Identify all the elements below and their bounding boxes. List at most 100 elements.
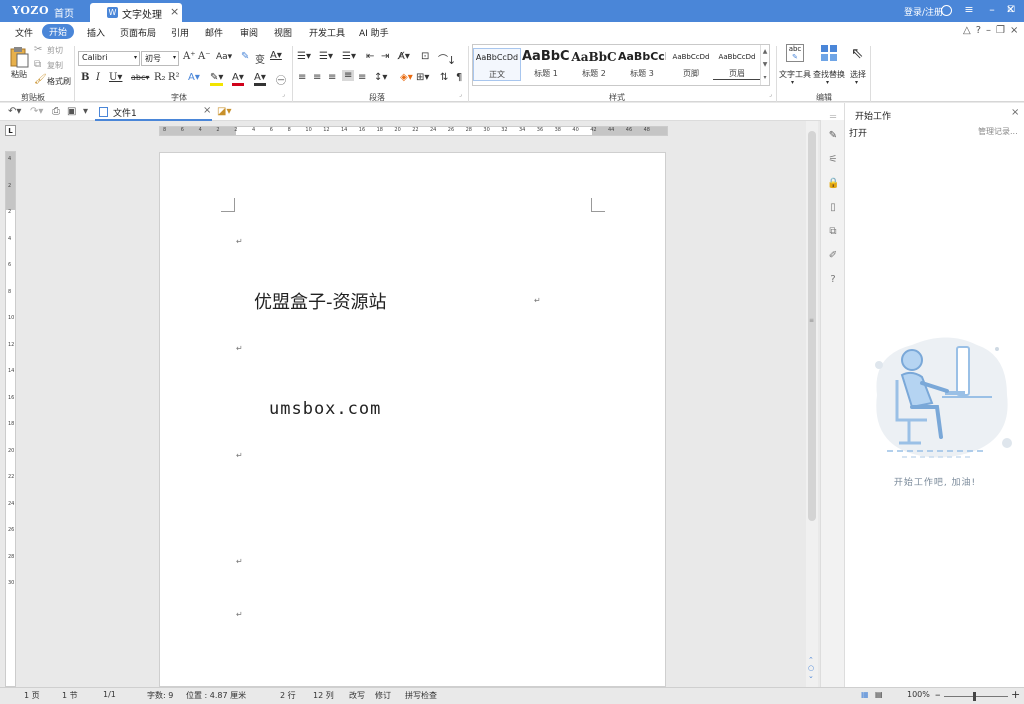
grow-font-icon[interactable]: A⁺ <box>183 51 196 62</box>
menu-page-layout[interactable]: 页面布局 <box>120 26 156 39</box>
file-tab[interactable]: 文件1 × <box>95 104 212 121</box>
minimize-icon[interactable]: – <box>985 3 999 17</box>
clipboard-icon[interactable]: ▯ <box>827 202 839 214</box>
document-heading[interactable]: 优盟盒子-资源站 <box>254 288 387 314</box>
style-heading-1[interactable]: AaBbCc 标题 1 <box>522 48 570 79</box>
menu-view[interactable]: 视图 <box>274 26 292 39</box>
status-overwrite[interactable]: 改写 <box>349 690 365 701</box>
home-tab[interactable]: 首页 <box>54 5 74 20</box>
clear-format-icon[interactable]: ✎ <box>241 51 249 62</box>
select-cursor-icon[interactable]: ⇖ <box>851 44 864 62</box>
style-header[interactable]: AaBbCcDd 页眉 <box>713 48 761 80</box>
format-painter-icon[interactable]: 🖌 <box>34 74 47 85</box>
status-position[interactable]: 位置 : 4.87 厘米 <box>186 690 246 701</box>
strikethrough-icon[interactable]: abc▾ <box>131 73 149 82</box>
document-url-text[interactable]: umsbox.com <box>269 399 381 419</box>
menu-review[interactable]: 审阅 <box>240 26 258 39</box>
help-circle-icon[interactable]: ? <box>827 274 839 286</box>
menu-references[interactable]: 引用 <box>171 26 189 39</box>
close-file-icon[interactable]: × <box>203 105 211 116</box>
pen-tool-icon[interactable]: ✎ <box>827 130 839 142</box>
numbering-icon[interactable]: ☰▾ <box>319 51 333 62</box>
open-link[interactable]: 打开 <box>849 126 867 139</box>
web-view-icon[interactable]: ▤ <box>875 690 883 699</box>
tab-stop-selector[interactable]: L <box>5 125 16 136</box>
vertical-scrollbar[interactable]: ≡ ⌃ ○ ⌄ <box>806 121 818 687</box>
multilevel-list-icon[interactable]: ☰▾ <box>342 51 356 62</box>
copy-button[interactable]: 复制 <box>47 60 63 71</box>
status-word-count[interactable]: 字数: 9 <box>147 690 173 701</box>
collapse-ribbon-icon[interactable]: △ <box>963 25 971 36</box>
shading-icon[interactable]: ◈▾ <box>400 72 413 83</box>
sort-icon[interactable]: ⇅ <box>440 72 448 83</box>
bold-icon[interactable]: B <box>81 72 89 83</box>
undo-icon[interactable]: ↶▾ <box>8 106 21 117</box>
sort-az-icon[interactable]: ↓ <box>447 54 456 67</box>
doc-close-icon[interactable]: × <box>1010 25 1018 36</box>
justify-icon[interactable]: ≡ <box>342 70 355 81</box>
style-heading-2[interactable]: AaBbC 标题 2 <box>570 48 618 79</box>
subscript-icon[interactable]: R₂ <box>154 72 166 83</box>
zoom-level[interactable]: 100% <box>907 690 930 699</box>
zoom-out-icon[interactable]: – <box>935 688 941 701</box>
paste-button[interactable]: 粘贴 <box>11 69 27 80</box>
underline-icon[interactable]: U▾ <box>109 72 122 83</box>
enclose-char-icon[interactable]: ㊀ <box>276 72 286 87</box>
menu-mail[interactable]: 邮件 <box>205 26 223 39</box>
line-spacing-icon[interactable]: ↕▾ <box>374 72 387 83</box>
status-column[interactable]: 12 列 <box>313 690 334 701</box>
status-spell-check[interactable]: 拼写检查 <box>405 690 437 701</box>
zoom-in-icon[interactable]: + <box>1011 688 1020 701</box>
align-center-icon[interactable]: ≡ <box>313 72 321 83</box>
shrink-font-icon[interactable]: A⁻ <box>198 51 211 62</box>
menu-developer[interactable]: 开发工具 <box>309 26 345 39</box>
bullets-icon[interactable]: ☰▾ <box>297 51 311 62</box>
text-effect-icon[interactable]: A▾ <box>188 72 200 83</box>
status-section[interactable]: 1 节 <box>62 690 78 701</box>
char-border-icon[interactable]: A▾ <box>270 50 282 61</box>
cut-icon[interactable]: ✂ <box>34 44 42 55</box>
status-page[interactable]: 1 页 <box>24 690 40 701</box>
text-tools-icon[interactable]: abc ✎ <box>786 44 804 62</box>
font-dialog-launcher-icon[interactable]: ⌟ <box>282 91 285 98</box>
manage-records-link[interactable]: 管理记录... <box>978 126 1018 137</box>
style-normal[interactable]: AaBbCcDd 正文 <box>473 48 521 81</box>
page-view-icon[interactable]: ▦ <box>861 690 869 699</box>
decrease-indent-icon[interactable]: ⇤ <box>366 51 374 62</box>
horizontal-ruler[interactable]: 8 6 4 2 2 4 6 8 10 12 14 16 18 20 22 24 26 28 30 32 34 36 38 40… <box>159 126 668 136</box>
status-row[interactable]: 2 行 <box>280 690 296 701</box>
font-color-icon[interactable]: A▾ <box>232 72 244 86</box>
paragraph-mark-icon[interactable]: ¶ <box>456 72 462 83</box>
edit-note-icon[interactable]: ✐ <box>827 250 839 262</box>
align-right-icon[interactable]: ≡ <box>328 72 336 83</box>
styles-dialog-launcher-icon[interactable]: ⌟ <box>769 91 772 98</box>
page-nav-icons[interactable]: ⌃ ○ ⌄ <box>808 656 814 680</box>
customize-qa-icon[interactable]: ▾ <box>83 106 88 117</box>
redo-icon[interactable]: ↷▾ <box>30 106 43 117</box>
vertical-ruler[interactable]: 4 2 2 4 6 8 10 12 14 16 18 20 22 24 26 28 30 <box>5 151 16 687</box>
panel-close-icon[interactable]: × <box>1011 107 1019 118</box>
change-case-icon[interactable]: Aa▾ <box>216 52 232 62</box>
chinese-layout-icon[interactable]: A̸▾ <box>398 51 410 62</box>
superscript-icon[interactable]: R² <box>168 72 180 83</box>
document-page[interactable]: ↵ 优盟盒子-资源站 ↵ ↵ umsbox.com ↵ ↵ ↵ <box>159 152 666 687</box>
status-page-count[interactable]: 1/1 <box>103 690 116 699</box>
adjust-icon[interactable]: ⚟ <box>827 154 839 166</box>
align-left-icon[interactable]: ≡ <box>298 72 306 83</box>
italic-icon[interactable]: I <box>96 72 100 83</box>
char-scale-icon[interactable]: ⊡ <box>421 51 429 62</box>
format-painter-button[interactable]: 格式刷 <box>47 76 71 87</box>
doc-minimize-icon[interactable]: – <box>986 25 991 36</box>
zoom-slider[interactable] <box>944 696 1008 697</box>
style-footer[interactable]: AaBbCcDd 页脚 <box>667 48 715 79</box>
text-tools-button[interactable]: 文字工具 <box>779 69 811 80</box>
login-link[interactable]: 登录/注册 <box>904 5 943 18</box>
doc-restore-icon[interactable]: ❐ <box>996 25 1005 36</box>
gallery-scroll[interactable]: ▲ ▼ ▾ <box>760 45 769 85</box>
increase-indent-icon[interactable]: ⇥ <box>381 51 389 62</box>
cut-button[interactable]: 剪切 <box>47 45 63 56</box>
lock-icon[interactable]: 🔒 <box>827 178 839 190</box>
close-tab-icon[interactable]: × <box>170 5 179 18</box>
phonetic-icon[interactable]: 变 <box>255 51 265 66</box>
menu-file[interactable]: 文件 <box>15 26 33 39</box>
